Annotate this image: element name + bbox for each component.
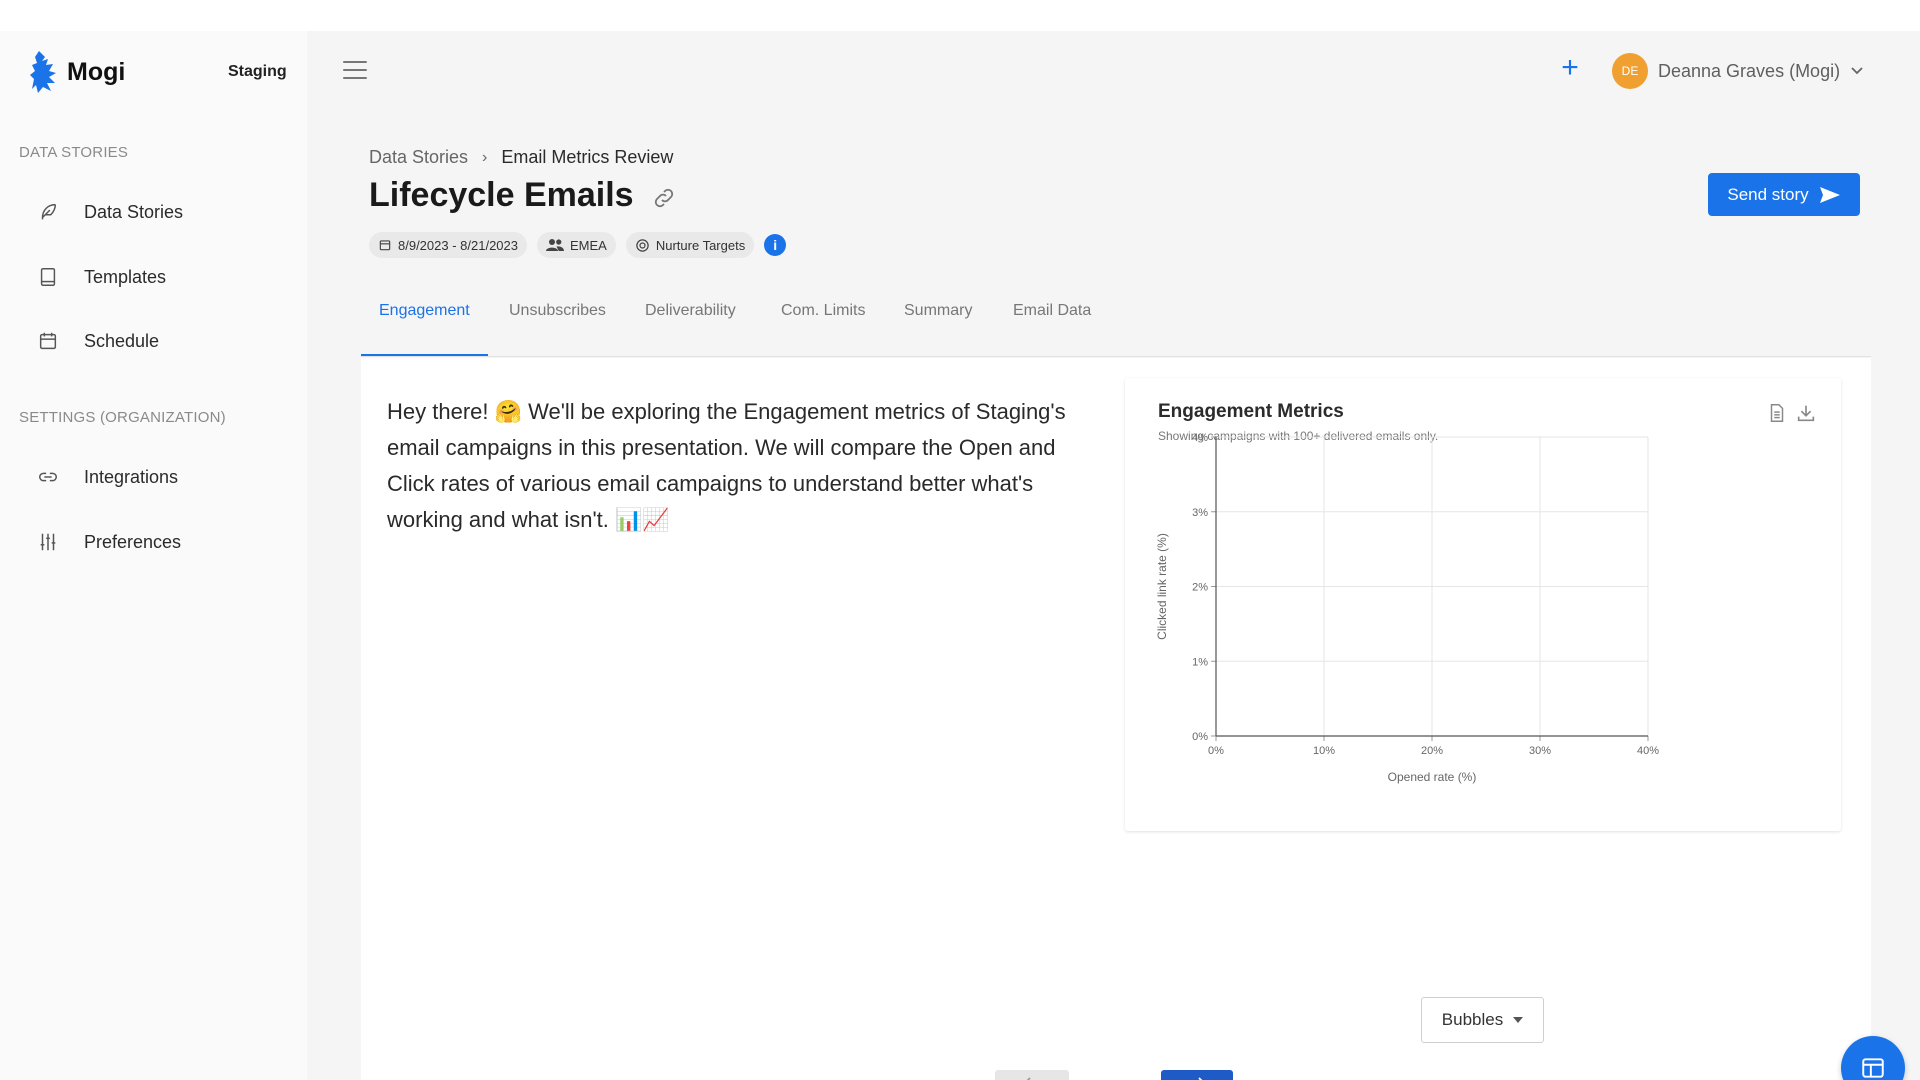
- sidebar-item-data-stories[interactable]: Data Stories: [36, 196, 286, 228]
- tab-email-data[interactable]: Email Data: [995, 296, 1109, 356]
- previous-slide-button[interactable]: [995, 1070, 1069, 1080]
- calendar-icon: [36, 329, 60, 353]
- x-axis-label: Opened rate (%): [1388, 770, 1477, 784]
- page-title: Lifecycle Emails: [369, 176, 634, 214]
- x-tick-label: 40%: [1637, 745, 1659, 757]
- caret-down-icon: [1513, 1017, 1524, 1023]
- y-axis-label: Clicked link rate (%): [1155, 533, 1169, 640]
- x-tick-label: 0%: [1208, 745, 1224, 757]
- y-tick-label: 3%: [1192, 507, 1208, 519]
- send-story-button[interactable]: Send story: [1708, 173, 1860, 216]
- sidebar: Mogi Staging DATA STORIES Data Stories T…: [0, 31, 307, 1080]
- tab-deliverability[interactable]: Deliverability: [627, 296, 754, 356]
- x-tick-label: 30%: [1529, 745, 1551, 757]
- sidebar-item-label: Preferences: [84, 531, 182, 552]
- sidebar-item-label: Integrations: [84, 466, 179, 487]
- chevron-right-icon: ›: [482, 148, 488, 166]
- section-label-settings: SETTINGS (ORGANIZATION): [19, 409, 226, 426]
- story-tabs: Engagement Unsubscribes Deliverability C…: [361, 296, 1871, 357]
- avatar: DE: [1612, 53, 1648, 89]
- segment-label: Nurture Targets: [655, 237, 746, 253]
- breadcrumb: Data Stories › Email Metrics Review: [369, 147, 673, 168]
- layout-icon: [1862, 1058, 1884, 1078]
- engagement-chart-panel: Engagement Metrics Showing campaigns wit…: [1125, 378, 1841, 831]
- feather-icon: [36, 200, 60, 224]
- tab-summary[interactable]: Summary: [886, 296, 990, 356]
- segment-chip[interactable]: Nurture Targets: [625, 232, 755, 258]
- send-icon: [1819, 186, 1840, 203]
- region-chip[interactable]: EMEA: [537, 232, 616, 258]
- target-icon: [636, 238, 649, 252]
- x-tick-label: 10%: [1313, 745, 1335, 757]
- brand-name: Mogi: [67, 57, 126, 86]
- tab-unsubscribes[interactable]: Unsubscribes: [491, 296, 624, 356]
- story-filter-chips: 8/9/2023 - 8/21/2023 EMEA Nurture Target…: [369, 232, 787, 258]
- chevron-down-icon: [1851, 67, 1863, 75]
- sidebar-item-label: Templates: [84, 266, 167, 287]
- menu-toggle-icon[interactable]: [343, 61, 367, 79]
- y-tick-label: 1%: [1192, 656, 1208, 668]
- date-range-label: 8/9/2023 - 8/21/2023: [398, 237, 518, 253]
- people-icon: [546, 239, 564, 251]
- sidebar-item-integrations[interactable]: Integrations: [36, 461, 286, 493]
- sidebar-item-label: Schedule: [84, 330, 160, 351]
- book-icon: [36, 265, 60, 289]
- x-tick-label: 20%: [1421, 745, 1443, 757]
- user-menu[interactable]: DE Deanna Graves (Mogi): [1612, 53, 1864, 89]
- app-shell: Mogi Staging DATA STORIES Data Stories T…: [0, 31, 1920, 1080]
- chart-type-select[interactable]: Bubbles: [1421, 997, 1544, 1043]
- copy-link-icon[interactable]: [652, 186, 676, 210]
- date-range-chip[interactable]: 8/9/2023 - 8/21/2023: [369, 232, 527, 258]
- next-slide-button[interactable]: [1161, 1070, 1233, 1080]
- story-content-card: Hey there! 🤗 We'll be exploring the Enga…: [361, 358, 1871, 1080]
- sidebar-item-schedule[interactable]: Schedule: [36, 325, 286, 357]
- tab-engagement[interactable]: Engagement: [361, 296, 488, 356]
- link-icon: [36, 465, 60, 489]
- brand[interactable]: Mogi: [29, 49, 125, 95]
- sliders-icon: [36, 530, 60, 554]
- breadcrumb-current: Email Metrics Review: [501, 147, 674, 167]
- sidebar-item-templates[interactable]: Templates: [36, 261, 286, 293]
- section-label-data-stories: DATA STORIES: [19, 144, 129, 161]
- region-label: EMEA: [570, 237, 607, 253]
- tab-com-limits[interactable]: Com. Limits: [763, 296, 883, 356]
- engagement-scatter-chart: 0% 10% 20% 30% 40% 0% 1% 2% 3% 4% Opened rate (%) C…: [1155, 432, 1659, 784]
- environment-label: Staging: [228, 63, 287, 80]
- mogi-logo-icon: [30, 51, 56, 93]
- y-tick-label: 0%: [1192, 731, 1208, 743]
- story-intro-text: Hey there! 🤗 We'll be exploring the Enga…: [387, 399, 1066, 532]
- add-button[interactable]: +: [1556, 53, 1584, 83]
- sidebar-item-preferences[interactable]: Preferences: [36, 526, 286, 558]
- breadcrumb-link-data-stories[interactable]: Data Stories: [369, 147, 468, 168]
- sidebar-item-label: Data Stories: [84, 201, 184, 222]
- y-tick-label: 2%: [1192, 582, 1208, 594]
- send-story-label: Send story: [1727, 184, 1809, 204]
- calendar-icon: [379, 240, 391, 251]
- chart-type-value: Bubbles: [1441, 1010, 1504, 1029]
- info-icon[interactable]: i: [764, 234, 787, 256]
- y-tick-label: 4%: [1192, 432, 1208, 444]
- user-name: Deanna Graves (Mogi): [1658, 60, 1841, 81]
